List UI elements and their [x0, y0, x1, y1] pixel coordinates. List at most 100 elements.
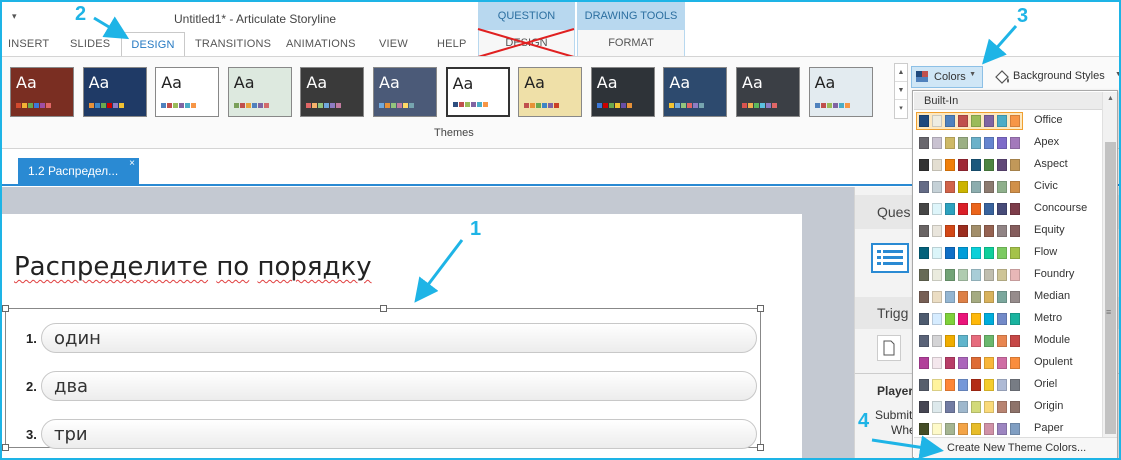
- theme-thumbnail[interactable]: Aa: [590, 67, 655, 117]
- color-swatch: [88, 103, 94, 108]
- color-swatch: [958, 379, 968, 391]
- sequence-item-pill[interactable]: два: [41, 371, 757, 401]
- color-scheme-opulent[interactable]: Opulent: [914, 352, 1102, 374]
- theme-thumbnail[interactable]: Aa: [10, 67, 74, 117]
- color-scheme-module[interactable]: Module: [914, 330, 1102, 352]
- tab-transitions[interactable]: TRANSITIONS: [195, 32, 271, 56]
- create-new-theme-colors-item[interactable]: Create New Theme Colors...: [914, 438, 1117, 458]
- tab-help[interactable]: HELP: [437, 32, 467, 56]
- slide-title[interactable]: Распределите по порядку: [14, 252, 372, 282]
- item-text: два: [54, 376, 89, 397]
- color-swatch: [626, 103, 632, 108]
- color-swatch: [958, 335, 968, 347]
- color-scheme-apex[interactable]: Apex: [914, 132, 1102, 154]
- themes-gallery-scroll[interactable]: ▲ ▼ ▾: [894, 63, 908, 119]
- resize-handle[interactable]: [2, 444, 9, 451]
- colors-button[interactable]: Colors ▼: [911, 66, 983, 88]
- color-swatch: [945, 203, 955, 215]
- slide-tab-1-2[interactable]: 1.2 Распредел... ×: [18, 158, 139, 185]
- dropdown-scrollbar[interactable]: ▲ ≡: [1102, 92, 1117, 437]
- theme-thumbnail[interactable]: Aa: [227, 67, 292, 117]
- color-scheme-origin[interactable]: Origin: [914, 396, 1102, 418]
- color-swatch: [932, 159, 942, 171]
- theme-thumbnail[interactable]: Aa: [518, 67, 583, 117]
- color-swatch: [958, 313, 968, 325]
- tab-drawing-format[interactable]: FORMAT: [577, 30, 685, 56]
- color-swatch: [1010, 357, 1020, 369]
- quick-access-dropdown-icon[interactable]: ▾: [12, 11, 17, 22]
- color-swatch: [1010, 423, 1020, 435]
- color-scheme-aspect[interactable]: Aspect: [914, 154, 1102, 176]
- color-swatch: [239, 103, 245, 108]
- color-swatch: [945, 181, 955, 193]
- color-swatch: [945, 423, 955, 435]
- document-icon: [883, 340, 895, 356]
- color-swatch: [766, 103, 771, 108]
- scrollbar-thumb[interactable]: [1105, 142, 1116, 434]
- color-scheme-metro[interactable]: Metro: [914, 308, 1102, 330]
- color-scheme-office[interactable]: Office: [914, 110, 1102, 132]
- gallery-down-icon[interactable]: ▼: [895, 82, 907, 100]
- background-styles-label: Background Styles: [1013, 70, 1105, 82]
- close-icon[interactable]: ×: [129, 150, 135, 177]
- color-swatch: [94, 103, 100, 108]
- gallery-more-icon[interactable]: ▾: [895, 100, 907, 118]
- color-scheme-concourse[interactable]: Concourse: [914, 198, 1102, 220]
- color-scheme-equity[interactable]: Equity: [914, 220, 1102, 242]
- color-swatch: [984, 357, 994, 369]
- theme-thumbnail[interactable]: Aa: [808, 67, 873, 117]
- resize-handle[interactable]: [757, 305, 764, 312]
- color-scheme-median[interactable]: Median: [914, 286, 1102, 308]
- color-scheme-foundry[interactable]: Foundry: [914, 264, 1102, 286]
- theme-sample-text: Aa: [524, 73, 545, 92]
- theme-thumbnail[interactable]: Aa: [300, 67, 365, 117]
- tab-design[interactable]: DESIGN: [121, 32, 185, 56]
- theme-thumbnail[interactable]: Aa: [373, 67, 437, 117]
- gallery-up-icon[interactable]: ▲: [895, 64, 907, 82]
- color-swatch: [22, 103, 27, 108]
- color-swatch: [984, 137, 994, 149]
- tab-animations[interactable]: ANIMATIONS: [286, 32, 356, 56]
- theme-thumbnail[interactable]: Aa: [445, 67, 510, 117]
- color-swatch: [997, 247, 1007, 259]
- theme-thumbnail[interactable]: Aa: [663, 67, 728, 117]
- color-swatch: [554, 103, 560, 108]
- resize-handle[interactable]: [2, 305, 9, 312]
- slide[interactable]: Распределите по порядку 1. один 2. два 3…: [2, 214, 802, 460]
- new-trigger-button[interactable]: [877, 335, 901, 361]
- theme-sample-text: Aa: [452, 74, 474, 93]
- theme-thumbnail[interactable]: Aa: [82, 67, 147, 117]
- scheme-name: Metro: [1034, 312, 1063, 324]
- theme-thumbnail[interactable]: Aa: [155, 67, 220, 117]
- color-swatch: [608, 103, 614, 108]
- color-swatch: [919, 247, 929, 259]
- sequence-item-pill[interactable]: три: [41, 419, 757, 449]
- color-swatch: [106, 103, 112, 108]
- sequence-item-pill[interactable]: один: [41, 323, 757, 353]
- color-swatch: [997, 313, 1007, 325]
- sequence-question-box[interactable]: 1. один 2. два 3. три: [2, 305, 764, 451]
- color-swatch: [945, 313, 955, 325]
- colors-button-label: Colors: [934, 71, 966, 83]
- color-scheme-civic[interactable]: Civic: [914, 176, 1102, 198]
- theme-swatches: [596, 103, 632, 108]
- tab-insert[interactable]: INSERT: [8, 32, 49, 56]
- question-list-icon[interactable]: [871, 243, 909, 273]
- color-scheme-flow[interactable]: Flow: [914, 242, 1102, 264]
- color-scheme-oriel[interactable]: Oriel: [914, 374, 1102, 396]
- color-swatch: [997, 423, 1007, 435]
- color-swatch: [984, 115, 994, 127]
- color-swatch: [945, 269, 955, 281]
- tab-slides[interactable]: SLIDES: [70, 32, 110, 56]
- color-swatch: [748, 103, 753, 108]
- tab-view[interactable]: VIEW: [379, 32, 408, 56]
- color-swatch: [112, 103, 118, 108]
- color-swatch: [814, 103, 820, 108]
- color-swatch: [476, 102, 482, 107]
- resize-handle[interactable]: [757, 444, 764, 451]
- resize-handle[interactable]: [380, 305, 387, 312]
- scroll-up-icon[interactable]: ▲: [1103, 92, 1118, 106]
- theme-thumbnail[interactable]: Aa: [736, 67, 800, 117]
- color-swatch: [919, 335, 929, 347]
- theme-swatches: [88, 103, 124, 108]
